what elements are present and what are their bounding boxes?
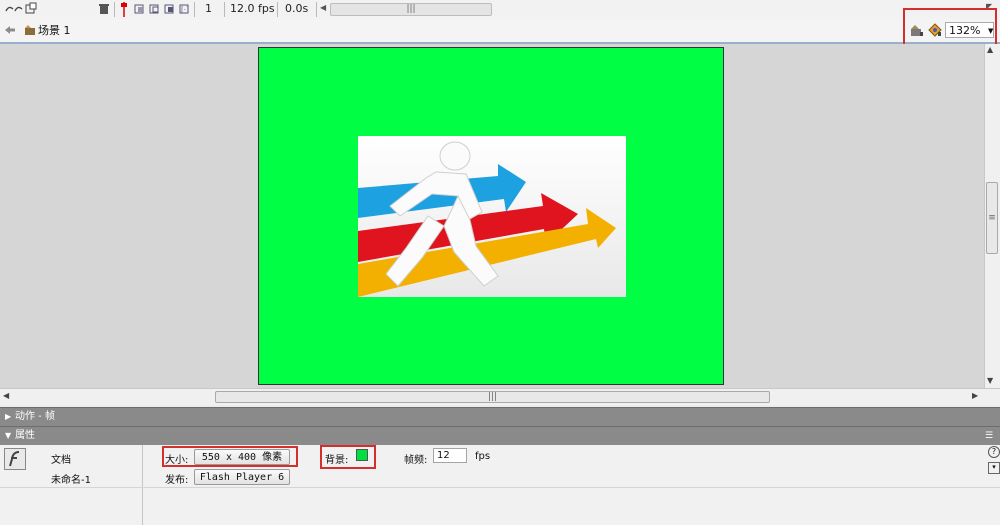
expand-properties-icon[interactable]: ▾ (988, 462, 1000, 474)
fps-input[interactable]: 12 (433, 448, 467, 463)
edit-symbol-icon[interactable] (928, 23, 942, 37)
background-color-swatch[interactable] (356, 449, 368, 461)
edit-scene-icon[interactable] (910, 24, 924, 37)
horizontal-scroll-thumb[interactable]: ||| (215, 391, 770, 403)
actions-panel-header[interactable]: ▶ 动作 - 帧 (0, 407, 1000, 426)
collapse-arrow-icon[interactable]: ▼ (5, 427, 11, 445)
panel-options-icon[interactable]: ☰ (985, 427, 993, 445)
onion-skin-toggle-icons[interactable]: [·] (134, 3, 190, 15)
edit-bar (0, 19, 1000, 44)
svg-text:[·]: [·] (181, 6, 189, 14)
separator (316, 2, 317, 17)
document-size-button[interactable]: 550 x 400 像素 (194, 449, 290, 465)
delete-layer-icon[interactable] (99, 3, 109, 15)
separator (194, 2, 195, 17)
scroll-up-arrow[interactable]: ▲ (987, 45, 993, 54)
separator (114, 2, 115, 17)
document-type: 文档 (51, 455, 71, 466)
expand-arrow-icon[interactable]: ▶ (5, 408, 11, 426)
properties-panel-header[interactable]: ▼ 属性 ☰ (0, 426, 1000, 445)
help-icon[interactable]: ? (988, 446, 1000, 458)
size-label: 大小: (165, 455, 189, 466)
properties-inspector (0, 445, 1000, 525)
running-man-image[interactable] (358, 136, 626, 297)
scroll-right-arrow[interactable]: ▶ (972, 391, 978, 400)
scene-icon (24, 24, 36, 36)
frame-rate: 12.0 fps (230, 2, 275, 15)
scene-name[interactable]: 场景 1 (38, 24, 71, 38)
separator (277, 2, 278, 17)
separator (224, 2, 225, 17)
onion-skin-icons[interactable] (4, 2, 40, 16)
publish-label: 发布: (165, 475, 189, 486)
zoom-select[interactable]: 132% (945, 22, 994, 38)
fps-label: 帧频: (404, 455, 428, 466)
vertical-scroll-thumb[interactable]: ≡ (986, 182, 998, 254)
background-label: 背景: (325, 455, 349, 466)
back-arrow-icon[interactable] (4, 23, 16, 37)
scroll-left-arrow[interactable]: ◀ (3, 391, 9, 400)
actions-panel-title: 动作 - 帧 (15, 411, 55, 422)
fps-unit: fps (475, 451, 491, 462)
scroll-down-arrow[interactable]: ▼ (987, 376, 993, 385)
current-frame: 1 (205, 2, 212, 15)
publish-settings-button[interactable]: Flash Player 6 (194, 469, 290, 485)
playhead-icon[interactable] (120, 2, 128, 17)
flash-logo-icon (4, 448, 26, 470)
timeline-scroll-left-arrow[interactable]: ◀ (320, 3, 326, 12)
elapsed-time: 0.0s (285, 2, 309, 15)
properties-panel-title: 属性 (15, 430, 35, 441)
chevron-down-icon[interactable]: ▼ (988, 27, 993, 35)
document-name: 未命名-1 (51, 475, 91, 486)
timeline-hscroll-thumb[interactable]: ||| (330, 3, 492, 16)
zoom-value: 132% (949, 24, 981, 37)
divider (0, 487, 1000, 488)
